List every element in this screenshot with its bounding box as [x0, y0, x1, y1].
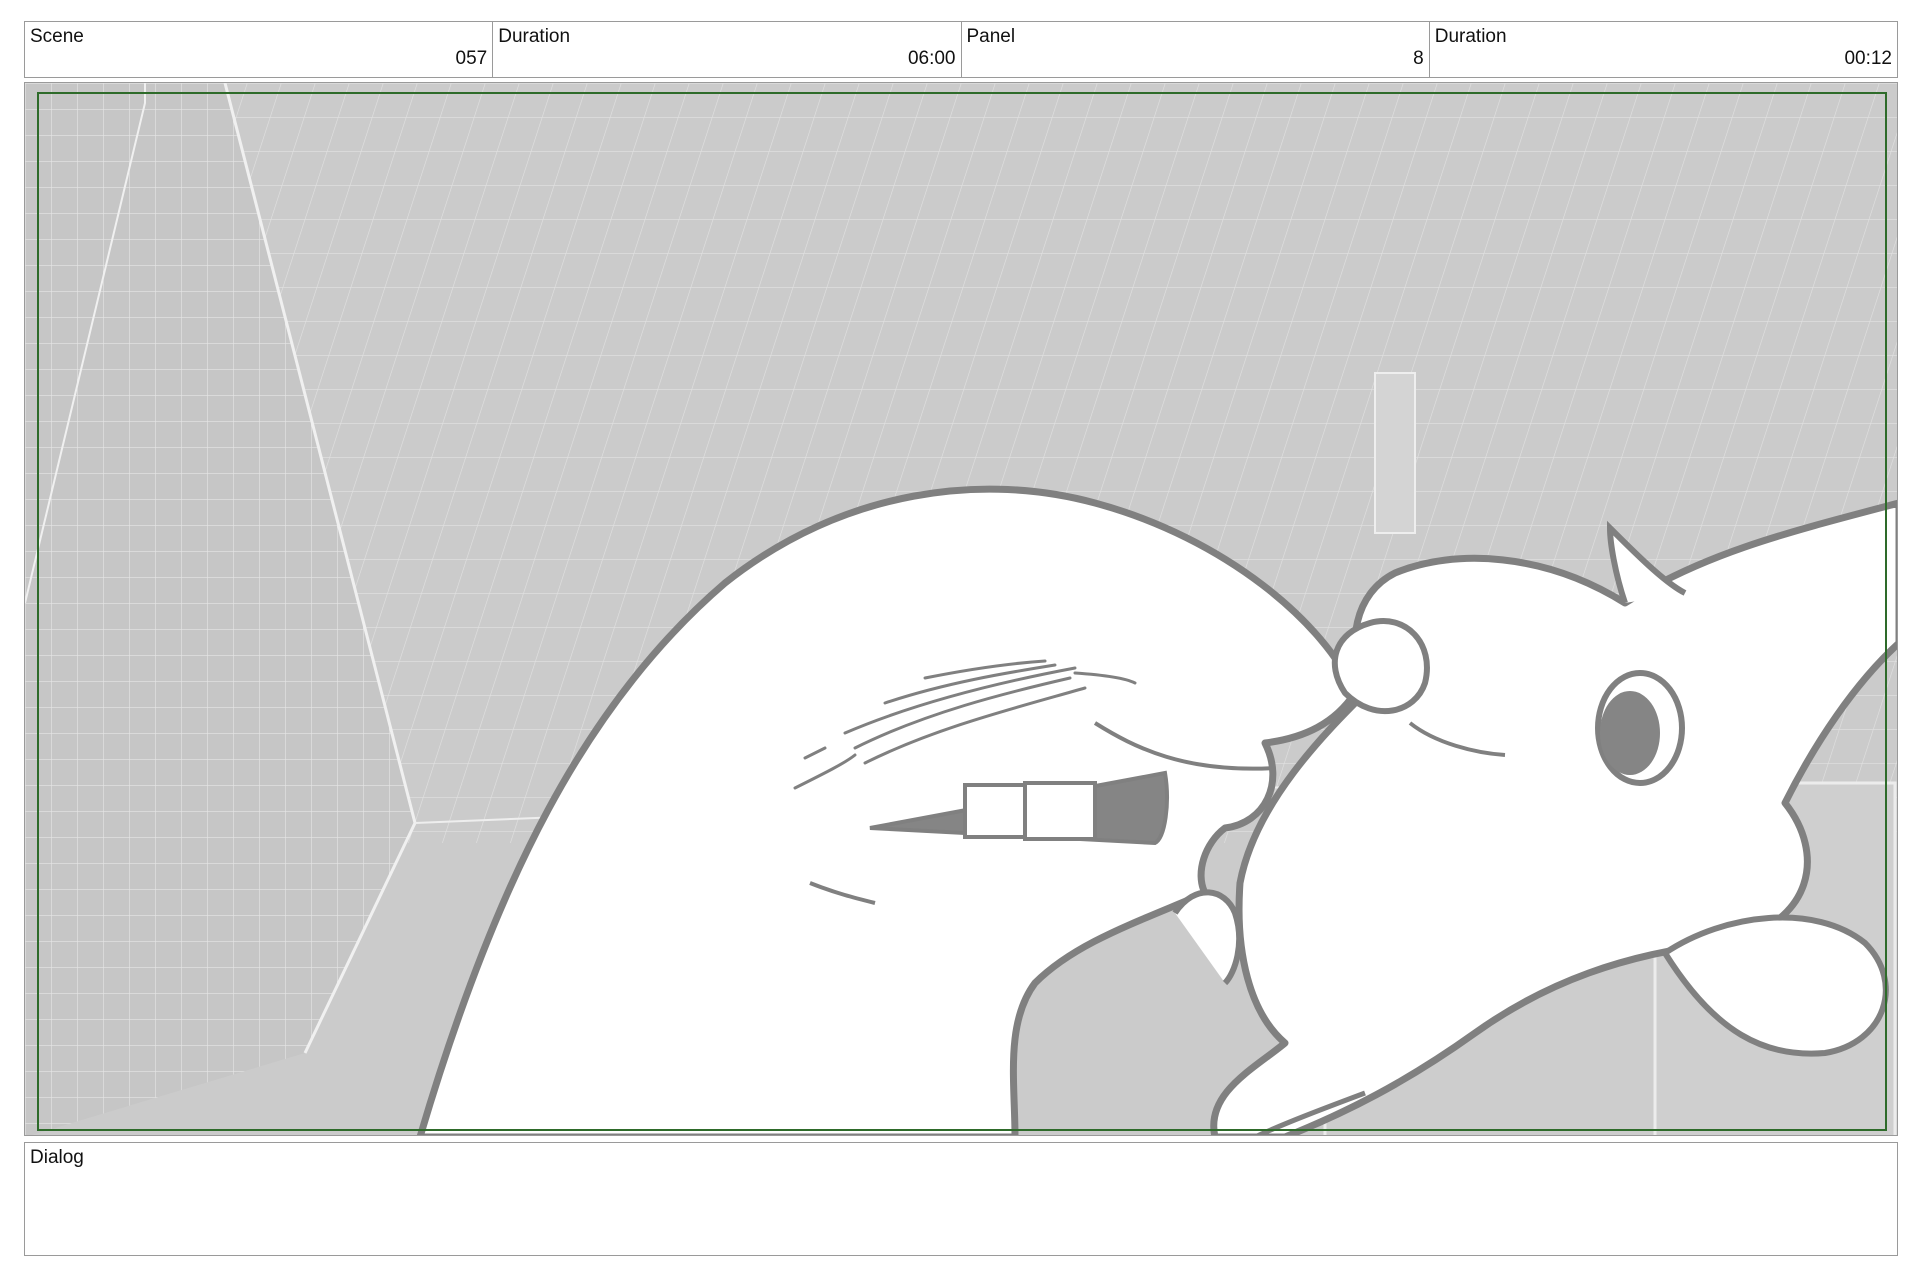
panel-label: Panel	[966, 26, 1016, 47]
panel-duration-cell: Duration 00:12	[1430, 22, 1897, 77]
panel-info-header: Scene 057 Duration 06:00 Panel 8 Duratio…	[24, 21, 1898, 78]
panel-duration-value: 00:12	[1844, 48, 1892, 69]
scene-cell: Scene 057	[25, 22, 494, 77]
scene-number: 057	[455, 48, 488, 69]
storyboard-drawing	[25, 83, 1897, 1135]
storyboard-panel-image	[24, 82, 1898, 1136]
scene-duration-value: 06:00	[907, 48, 956, 69]
distant-pillar	[1374, 372, 1416, 534]
panel-duration-label: Duration	[1434, 26, 1507, 47]
character-right-pupil	[1600, 691, 1660, 775]
tooth-1	[963, 783, 1027, 839]
panel-cell: Panel 8	[962, 22, 1430, 77]
scene-duration-label: Duration	[498, 26, 571, 47]
dialog-label: Dialog	[30, 1147, 84, 1168]
dialog-box[interactable]: Dialog	[24, 1142, 1898, 1256]
character-right-snout	[1331, 618, 1430, 714]
tooth-2	[1023, 781, 1097, 841]
scene-duration-cell: Duration 06:00	[493, 22, 962, 77]
scene-label: Scene	[30, 26, 84, 47]
panel-number: 8	[1413, 48, 1424, 69]
